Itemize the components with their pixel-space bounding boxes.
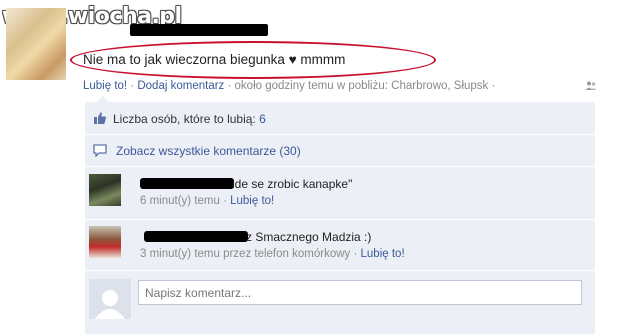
likes-summary: Liczba osób, które to lubią: 6 xyxy=(113,112,266,126)
poster-name-redacted xyxy=(130,24,268,36)
divider xyxy=(85,270,595,271)
likes-label: Liczba osób, które to lubią: xyxy=(113,112,256,126)
commenter-avatar[interactable] xyxy=(89,226,121,258)
comment-input[interactable] xyxy=(138,280,582,305)
poster-avatar[interactable] xyxy=(6,8,66,80)
friends-icon[interactable] xyxy=(585,80,597,92)
current-user-avatar xyxy=(89,279,131,319)
meta-separator: · xyxy=(350,248,361,260)
post-meta: Lubię to! · Dodaj komentarz · około godz… xyxy=(83,80,495,92)
commenter-avatar[interactable] xyxy=(89,174,121,206)
commenter-name-redacted xyxy=(140,178,234,189)
add-comment-link[interactable]: Dodaj komentarz xyxy=(137,80,224,92)
default-user-icon xyxy=(95,290,125,319)
comment-text: ide se zrobic kanapke" xyxy=(232,177,353,191)
divider xyxy=(85,166,595,167)
meta-separator: · xyxy=(488,80,496,92)
thumbs-up-icon xyxy=(94,112,107,124)
comment-time: 3 minut(y) temu przez telefon komórkowy xyxy=(140,248,351,260)
like-link[interactable]: Lubię to! xyxy=(83,80,127,92)
commenter-name-redacted xyxy=(144,231,248,242)
meta-separator: · xyxy=(219,195,231,207)
status-text: Nie ma to jak wieczorna biegunka ♥ mmmm xyxy=(83,52,346,67)
comment-meta: 3 minut(y) temu przez telefon komórkowy … xyxy=(140,248,405,260)
comment-meta: 6 minut(y) temu · Lubię to! xyxy=(140,195,274,207)
view-all-comments-link[interactable]: Zobacz wszystkie komentarze (30) xyxy=(116,144,301,158)
comment-text: z Smacznego Madzia :) xyxy=(246,230,372,244)
divider xyxy=(85,219,595,220)
divider xyxy=(85,134,595,135)
comment-time: 6 minut(y) temu xyxy=(140,195,220,207)
comment-like-link[interactable]: Lubię to! xyxy=(230,195,274,207)
comment-bubble-icon xyxy=(93,144,107,157)
likes-count-link[interactable]: 6 xyxy=(259,112,266,126)
meta-separator: · xyxy=(224,80,235,92)
comment-like-link[interactable]: Lubię to! xyxy=(361,248,405,260)
post-location-time: około godziny temu w pobliżu: Charbrowo,… xyxy=(234,80,489,92)
meta-separator: · xyxy=(127,80,138,92)
